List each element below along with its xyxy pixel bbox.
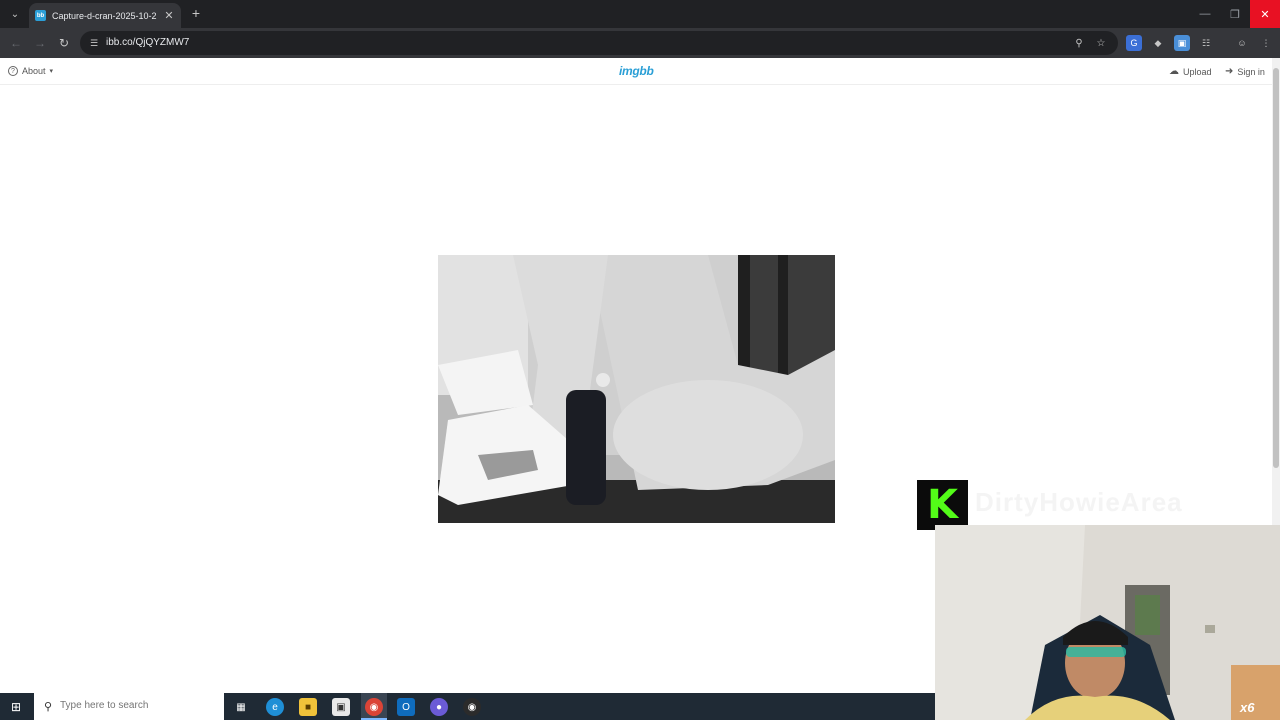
windows-taskbar: ⊞ ⚲ ▦ e ■ ▣ ◉ O ● ◉ [0, 693, 935, 720]
profile-avatar-icon[interactable]: ☺ [1234, 35, 1250, 51]
cloud-upload-icon: ☁ [1169, 66, 1179, 77]
browser-menu-dots-icon[interactable]: ⋮ [1258, 35, 1274, 51]
screenshot-extension-icon[interactable]: ▣ [1174, 35, 1190, 51]
edge-browser-icon[interactable]: e [266, 698, 284, 716]
url-text[interactable]: ibb.co/QjQYZMW7 [106, 37, 189, 48]
diamond-extension-icon[interactable]: ◆ [1150, 35, 1166, 51]
sign-in-arrow-icon: ➜ [1225, 66, 1234, 77]
kick-logo-icon: K [917, 480, 968, 530]
translate-extension-icon[interactable]: G [1126, 35, 1142, 51]
webcam-illustration [935, 525, 1280, 720]
outlook-icon[interactable]: O [397, 698, 415, 716]
address-bar[interactable]: ☰ ibb.co/QjQYZMW7 ⚲ ☆ [80, 31, 1118, 55]
imgbb-logo[interactable]: imgbb [619, 64, 654, 78]
forward-arrow-icon[interactable]: → [31, 34, 49, 52]
about-label: About [22, 66, 46, 76]
zoom-icon[interactable]: ⚲ [1072, 36, 1086, 50]
upload-button[interactable]: ☁ Upload [1169, 66, 1212, 77]
about-menu[interactable]: ? About ▾ [8, 66, 53, 76]
chrome-browser-icon[interactable]: ◉ [365, 698, 383, 716]
help-circle-icon: ? [8, 66, 18, 76]
bookmark-star-icon[interactable]: ☆ [1094, 36, 1108, 50]
upload-label: Upload [1183, 66, 1212, 77]
sign-in-button[interactable]: ➜ Sign in [1225, 66, 1265, 77]
tab-close-icon[interactable]: ✕ [163, 9, 175, 22]
windows-start-icon[interactable]: ⊞ [8, 699, 24, 715]
task-view-icon[interactable]: ▦ [232, 698, 250, 716]
window-minimize-icon[interactable]: — [1190, 0, 1220, 28]
taskbar-search-input[interactable] [60, 700, 210, 711]
tab-strip: ⌄ bb Capture-d-cran-2025-10-21-22 ✕ + — … [0, 0, 1280, 28]
file-explorer-icon[interactable]: ■ [299, 698, 317, 716]
extensions-puzzle-icon[interactable]: ☷ [1198, 35, 1214, 51]
tab-title: Capture-d-cran-2025-10-21-22 [52, 10, 157, 21]
taskbar-search-box[interactable]: ⚲ [34, 693, 224, 720]
tab-search-chevron-icon[interactable]: ⌄ [6, 5, 24, 23]
streamer-name: DirtyHowieArea [975, 487, 1183, 517]
scrollbar-thumb[interactable] [1273, 68, 1279, 468]
multiplier-badge: x6 [1240, 700, 1255, 715]
media-app-icon[interactable]: ◉ [463, 698, 481, 716]
reload-icon[interactable]: ↻ [55, 34, 73, 52]
store-icon[interactable]: ▣ [332, 698, 350, 716]
webcam-feed [935, 525, 1280, 720]
browser-toolbar: ← → ↻ ☰ ibb.co/QjQYZMW7 ⚲ ☆ G ◆ ▣ ☷ ☺ ⋮ [0, 28, 1280, 58]
window-maximize-icon[interactable]: ❐ [1220, 0, 1250, 28]
sign-in-label: Sign in [1237, 66, 1265, 77]
gym-photo-illustration [438, 255, 835, 523]
site-header: ? About ▾ imgbb ☁ Upload ➜ Sign in [0, 58, 1272, 85]
new-tab-plus-icon[interactable]: + [188, 5, 204, 21]
chat-app-icon[interactable]: ● [430, 698, 448, 716]
site-info-icon[interactable]: ☰ [88, 37, 100, 49]
search-icon: ⚲ [43, 700, 53, 713]
window-close-icon[interactable]: ✕ [1250, 0, 1280, 28]
caret-down-icon: ▾ [49, 68, 54, 75]
imgbb-favicon-icon: bb [35, 10, 46, 21]
uploaded-image[interactable] [438, 255, 835, 523]
back-arrow-icon[interactable]: ← [7, 34, 25, 52]
browser-tab[interactable]: bb Capture-d-cran-2025-10-21-22 ✕ [29, 3, 181, 28]
